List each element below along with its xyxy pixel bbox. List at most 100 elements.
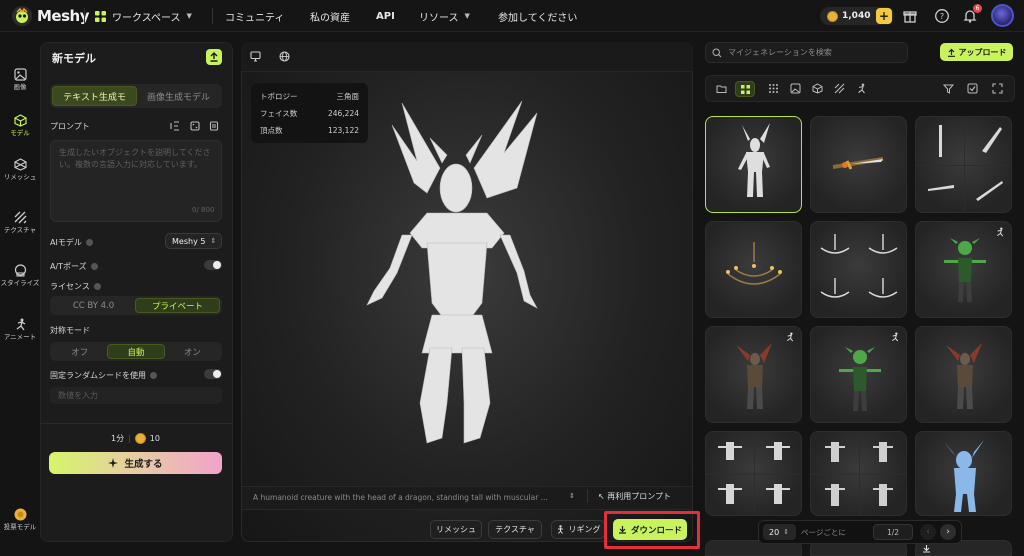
monitor-icon[interactable] xyxy=(250,51,261,62)
char-counter: 0/ 800 xyxy=(192,206,215,214)
model-card[interactable] xyxy=(810,326,907,423)
dots-grid-icon[interactable] xyxy=(768,83,779,94)
symmetry-option-on[interactable]: オン xyxy=(165,344,220,359)
nav-join[interactable]: 参加してください xyxy=(498,0,577,32)
dragon-thumbnail xyxy=(738,123,770,197)
prompt-tool-icon[interactable] xyxy=(170,121,180,131)
grid-view-toggle[interactable] xyxy=(735,81,755,97)
stat-row: フェイス数 246,224 xyxy=(260,105,359,122)
separator: | xyxy=(128,434,131,443)
credits-display[interactable]: 1,040 + xyxy=(820,7,894,25)
symmetry-option-off[interactable]: オフ xyxy=(52,344,107,359)
animate-icon[interactable] xyxy=(856,83,867,94)
rail-item-image[interactable]: 画像 xyxy=(0,68,40,92)
upload-model-button[interactable]: アップロード xyxy=(940,43,1013,61)
model-card[interactable] xyxy=(705,221,802,318)
model-card[interactable] xyxy=(810,116,907,213)
model-card[interactable] xyxy=(915,431,1012,516)
viewport-header xyxy=(241,42,693,72)
cube-icon[interactable] xyxy=(812,83,823,94)
rigging-button[interactable]: リギング xyxy=(551,520,605,539)
upload-icon xyxy=(210,52,218,62)
rail-label: 画像 xyxy=(13,83,27,91)
rail-label: スタイライズ xyxy=(0,279,40,287)
divider xyxy=(587,489,588,503)
info-icon[interactable] xyxy=(150,372,157,379)
rail-item-animate[interactable]: アニメート xyxy=(0,318,40,342)
model-card[interactable] xyxy=(915,326,1012,423)
history-icon[interactable] xyxy=(209,121,219,131)
seed-toggle[interactable] xyxy=(204,369,222,379)
avatar[interactable] xyxy=(991,4,1014,27)
symmetry-option-auto[interactable]: 自動 xyxy=(107,344,165,359)
vote-icon xyxy=(14,508,26,521)
stylize-icon xyxy=(14,264,26,277)
filter-icon[interactable] xyxy=(943,83,954,94)
app-name: Meshy xyxy=(37,7,90,25)
license-option-private[interactable]: プライベート xyxy=(135,298,220,313)
model-card[interactable] xyxy=(705,431,802,516)
rail-item-remesh[interactable]: リメッシュ xyxy=(0,158,40,182)
page-indicator[interactable]: 1/2 xyxy=(873,524,913,540)
nav-api[interactable]: API xyxy=(376,0,395,32)
info-icon[interactable] xyxy=(93,283,101,290)
dice-icon[interactable] xyxy=(190,121,200,131)
model-card[interactable] xyxy=(915,221,1012,318)
image-icon[interactable] xyxy=(790,83,801,94)
sparkle-icon xyxy=(108,457,119,468)
texture-button[interactable]: テクスチャ xyxy=(488,520,542,539)
search-input[interactable]: マイジェネレーションを検索 xyxy=(705,42,908,63)
ai-model-value: Meshy 5 xyxy=(172,236,206,246)
globe-icon[interactable] xyxy=(279,51,290,62)
model-card[interactable] xyxy=(705,116,802,213)
model-card[interactable] xyxy=(810,221,907,318)
remesh-button[interactable]: リメッシュ xyxy=(430,520,482,539)
rail-item-model[interactable]: モデル xyxy=(0,114,40,138)
model-card[interactable] xyxy=(705,326,802,423)
folder-icon[interactable] xyxy=(716,83,727,94)
mode-tabs: テキスト生成モ 画像生成モデル xyxy=(50,84,222,108)
next-page-button[interactable]: › xyxy=(940,524,956,540)
model-card[interactable] xyxy=(810,431,907,516)
per-page-select[interactable]: 20 ⇕ xyxy=(763,524,796,540)
select-check-icon[interactable] xyxy=(967,83,978,94)
seed-input[interactable]: 数値を入力 xyxy=(50,387,222,404)
rail-item-vote[interactable]: 投票モデル xyxy=(0,508,40,532)
ai-model-label: AIモデル xyxy=(50,237,93,248)
stat-label: 頂点数 xyxy=(260,126,283,135)
prev-page-button[interactable]: ‹ xyxy=(920,524,936,540)
expand-icon[interactable] xyxy=(992,83,1003,94)
model-card[interactable] xyxy=(915,116,1012,213)
ai-model-select[interactable]: Meshy 5 ⇕ xyxy=(165,233,222,249)
ai-model-label-text: AIモデル xyxy=(50,238,82,247)
upload-label: アップロード xyxy=(958,47,1007,57)
nav-community[interactable]: コミュニティ xyxy=(225,0,284,32)
apose-toggle[interactable] xyxy=(204,260,222,270)
coin-icon xyxy=(134,433,146,444)
upload-button[interactable] xyxy=(206,49,222,65)
rail-item-texture[interactable]: テクスチャ xyxy=(0,211,40,235)
texture-icon[interactable] xyxy=(834,83,845,94)
info-icon[interactable] xyxy=(90,263,98,270)
nav-resources[interactable]: リソース ▼ xyxy=(419,0,470,32)
animate-icon xyxy=(786,332,794,342)
license-option-cc[interactable]: CC BY 4.0 xyxy=(52,298,135,313)
help-icon[interactable]: ? xyxy=(934,8,950,24)
add-credits-button[interactable]: + xyxy=(876,8,892,24)
per-page-label: ページごとに xyxy=(801,528,846,537)
texture-label: テクスチャ xyxy=(495,525,535,534)
reuse-prompt-button[interactable]: ↖ 再利用プロンプト xyxy=(598,491,671,502)
logo[interactable]: Meshy xyxy=(12,6,90,26)
used-prompt-text: A humanoid creature with the head of a d… xyxy=(253,493,548,502)
nav-assets[interactable]: 私の資産 xyxy=(310,0,350,32)
nav-workspace[interactable]: ワークスペース ▼ xyxy=(95,0,192,32)
info-icon[interactable] xyxy=(85,239,93,246)
rigging-icon xyxy=(557,525,563,534)
generate-button[interactable]: 生成する xyxy=(49,452,222,474)
gift-icon[interactable] xyxy=(902,8,918,24)
expand-prompt-icon[interactable]: ⇕ xyxy=(569,492,575,500)
rail-item-stylize[interactable]: スタイライズ xyxy=(0,264,40,288)
svg-text:?: ? xyxy=(940,12,944,21)
tab-image-to-model[interactable]: 画像生成モデル xyxy=(137,86,220,106)
tab-text-to-model[interactable]: テキスト生成モ xyxy=(52,86,137,106)
